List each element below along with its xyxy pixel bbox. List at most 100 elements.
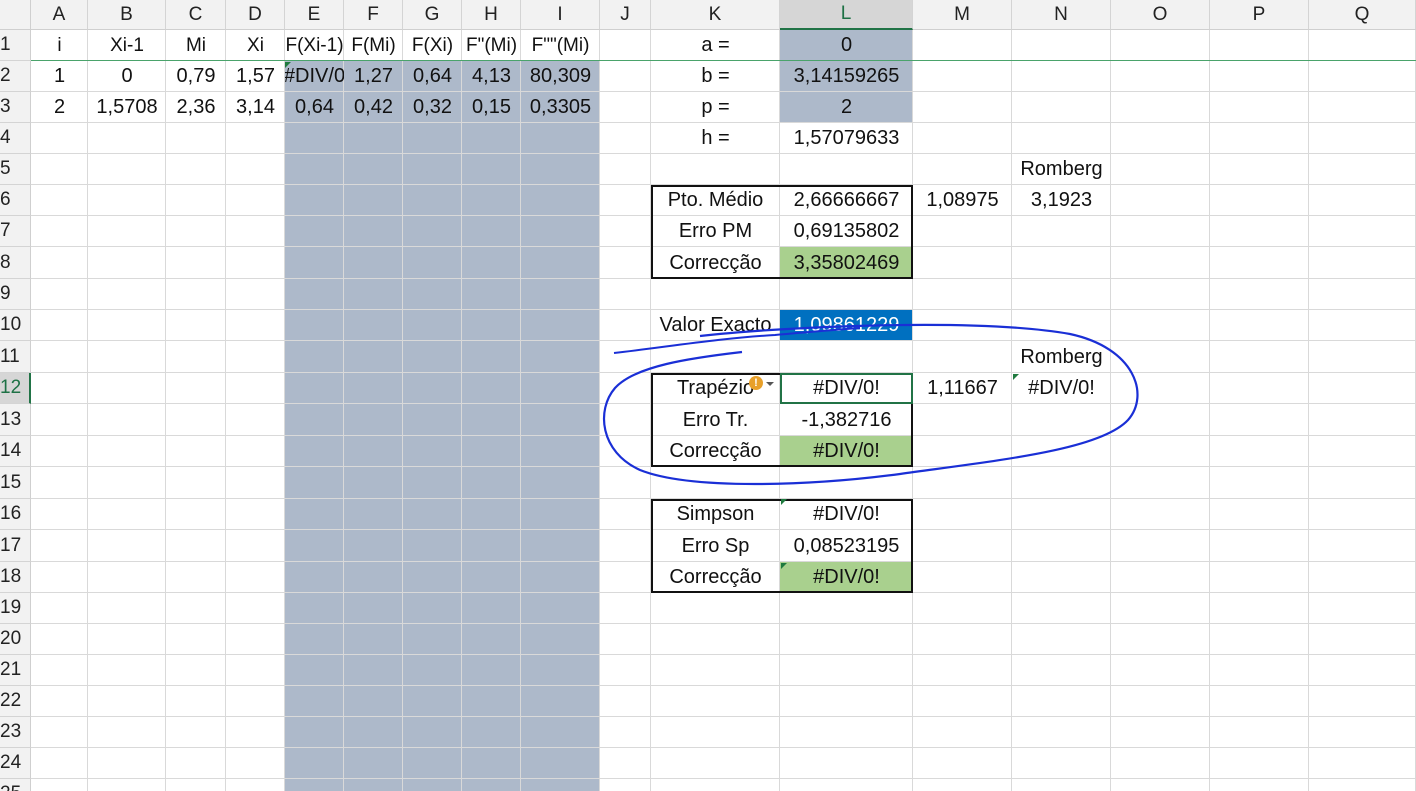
- trapezio-romberg-value[interactable]: #DIV/0!: [1012, 373, 1111, 404]
- input-fill-block: [285, 61, 600, 791]
- row-header-24[interactable]: 24: [0, 748, 31, 779]
- column-header-o[interactable]: O: [1111, 0, 1210, 30]
- row-header-17[interactable]: 17: [0, 530, 31, 562]
- param-label[interactable]: a =: [651, 30, 780, 61]
- row-header-20[interactable]: 20: [0, 624, 31, 655]
- table-data-cell[interactable]: 0,79: [166, 61, 226, 92]
- column-header-f[interactable]: F: [344, 0, 403, 30]
- param-label[interactable]: b =: [651, 61, 780, 92]
- row-header-22[interactable]: 22: [0, 686, 31, 717]
- row-header-4[interactable]: 4: [0, 123, 31, 154]
- trapezio-m-value[interactable]: 1,11667: [913, 373, 1012, 404]
- table-header-cell[interactable]: Mi: [166, 30, 226, 61]
- table-data-cell[interactable]: 2,36: [166, 92, 226, 123]
- row-header-25[interactable]: 25: [0, 779, 31, 791]
- column-header-d[interactable]: D: [226, 0, 285, 30]
- grid-vline: [343, 30, 344, 791]
- table-header-cell[interactable]: F(Xi-1): [285, 30, 344, 61]
- param-value[interactable]: 1,57079633: [780, 123, 913, 154]
- column-header-m[interactable]: M: [913, 0, 1012, 30]
- column-header-n[interactable]: N: [1012, 0, 1111, 30]
- table-header-cell[interactable]: F""(Mi): [521, 30, 600, 61]
- romberg-label[interactable]: Romberg: [1012, 341, 1111, 373]
- table-data-cell[interactable]: 80,309: [521, 61, 600, 92]
- row-header-18[interactable]: 18: [0, 562, 31, 593]
- row-header-13[interactable]: 13: [0, 404, 31, 436]
- romberg-label[interactable]: Romberg: [1012, 154, 1111, 185]
- column-header-k[interactable]: K: [651, 0, 780, 30]
- row-header-6[interactable]: 6: [0, 185, 31, 216]
- table-header-cell[interactable]: F"(Mi): [462, 30, 521, 61]
- pm-romberg-value[interactable]: 3,1923: [1012, 185, 1111, 216]
- pm-m-value[interactable]: 1,08975: [913, 185, 1012, 216]
- row-header-2[interactable]: 2: [0, 61, 31, 92]
- column-header-a[interactable]: A: [31, 0, 88, 30]
- row-header-8[interactable]: 8: [0, 247, 31, 279]
- grid-vline: [461, 30, 462, 791]
- row-header-15[interactable]: 15: [0, 467, 31, 499]
- table-data-cell[interactable]: 0,3305: [521, 92, 600, 123]
- row-header-1[interactable]: 1: [0, 30, 31, 61]
- table-data-cell[interactable]: 3,14: [226, 92, 285, 123]
- table-data-cell[interactable]: 1,57: [226, 61, 285, 92]
- param-value[interactable]: 0: [780, 30, 913, 61]
- row-header-10[interactable]: 10: [0, 310, 31, 341]
- table-data-cell[interactable]: 0,64: [403, 61, 462, 92]
- warning-icon[interactable]: !: [749, 376, 763, 390]
- table-data-cell[interactable]: 1,27: [344, 61, 403, 92]
- table-data-cell[interactable]: 0,32: [403, 92, 462, 123]
- table-data-cell[interactable]: 0,15: [462, 92, 521, 123]
- grid-hline: [31, 778, 1416, 779]
- table-data-cell[interactable]: 4,13: [462, 61, 521, 92]
- error-indicator-triangle: [1013, 374, 1019, 380]
- row-header-14[interactable]: 14: [0, 436, 31, 467]
- param-label[interactable]: h =: [651, 123, 780, 154]
- table-data-cell[interactable]: 0,64: [285, 92, 344, 123]
- valor-exacto-value[interactable]: 1,09861229: [780, 310, 913, 341]
- grid-vline: [1209, 30, 1210, 791]
- column-header-q[interactable]: Q: [1309, 0, 1416, 30]
- row-header-21[interactable]: 21: [0, 655, 31, 686]
- column-header-p[interactable]: P: [1210, 0, 1309, 30]
- row-header-7[interactable]: 7: [0, 216, 31, 247]
- row-header-16[interactable]: 16: [0, 499, 31, 530]
- column-header-l[interactable]: L: [780, 0, 913, 30]
- grid-hline: [31, 747, 1416, 748]
- table-header-cell[interactable]: Xi-1: [88, 30, 166, 61]
- column-header-j[interactable]: J: [600, 0, 651, 30]
- row-header-5[interactable]: 5: [0, 154, 31, 185]
- param-value[interactable]: 3,14159265: [780, 61, 913, 92]
- row-header-23[interactable]: 23: [0, 717, 31, 748]
- spreadsheet-grid[interactable]: A B C D E F G H I J K L M N O P Q 1 2 3 4 5 6 7 8 9 10 11 12 13 14 15 16…: [0, 0, 1416, 791]
- column-header-c[interactable]: C: [166, 0, 226, 30]
- table-data-cell[interactable]: 1: [31, 61, 88, 92]
- grid-hline: [31, 654, 1416, 655]
- param-value[interactable]: 2: [780, 92, 913, 123]
- table-header-cell[interactable]: F(Mi): [344, 30, 403, 61]
- row-header-12[interactable]: 12: [0, 373, 31, 404]
- column-header-g[interactable]: G: [403, 0, 462, 30]
- error-indicator-triangle: [781, 563, 787, 569]
- column-header-e[interactable]: E: [285, 0, 344, 30]
- select-all-corner[interactable]: [0, 0, 31, 30]
- warning-dropdown-icon[interactable]: [766, 382, 774, 386]
- table-header-cell[interactable]: Xi: [226, 30, 285, 61]
- column-header-h[interactable]: H: [462, 0, 521, 30]
- grid-hline: [31, 716, 1416, 717]
- table-data-cell[interactable]: 0: [88, 61, 166, 92]
- valor-exacto-label[interactable]: Valor Exacto: [651, 310, 780, 341]
- table-header-cell[interactable]: i: [31, 30, 88, 61]
- table-header-cell[interactable]: F(Xi): [403, 30, 462, 61]
- table-data-cell[interactable]: 1,5708: [88, 92, 166, 123]
- row-header-11[interactable]: 11: [0, 341, 31, 373]
- column-header-i[interactable]: I: [521, 0, 600, 30]
- active-cell-selection[interactable]: [780, 373, 913, 404]
- row-header-3[interactable]: 3: [0, 92, 31, 123]
- table-data-cell[interactable]: 0,42: [344, 92, 403, 123]
- column-header-b[interactable]: B: [88, 0, 166, 30]
- row-header-9[interactable]: 9: [0, 279, 31, 310]
- table-data-cell[interactable]: #DIV/0: [285, 61, 344, 92]
- param-label[interactable]: p =: [651, 92, 780, 123]
- row-header-19[interactable]: 19: [0, 593, 31, 624]
- table-data-cell[interactable]: 2: [31, 92, 88, 123]
